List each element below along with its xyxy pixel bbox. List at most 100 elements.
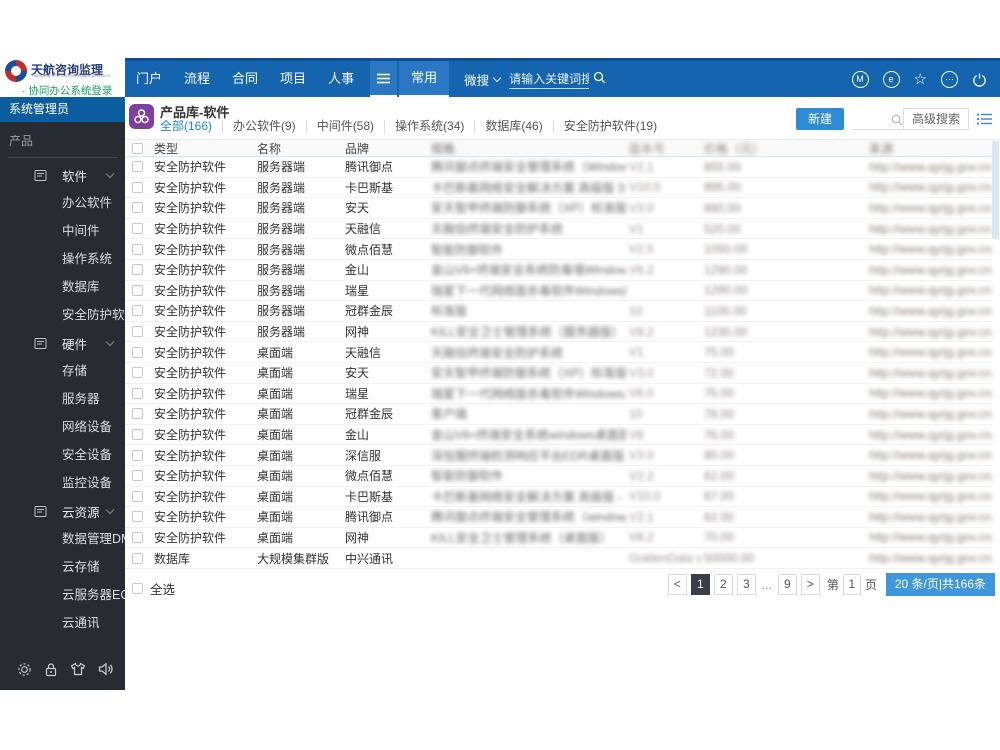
- cell-brand: 网神: [345, 530, 370, 545]
- row-checkbox[interactable]: [132, 367, 143, 379]
- row-checkbox[interactable]: [132, 264, 143, 276]
- more-icon[interactable]: ···: [941, 70, 958, 88]
- tab-中间件[interactable]: 中间件(58): [307, 120, 386, 133]
- per-page-selector[interactable]: 20 条/页|共166条: [885, 573, 995, 596]
- cell-type: 安全防护软件: [154, 242, 227, 257]
- sidebar-item-中间件[interactable]: 中间件: [0, 217, 125, 245]
- row-checkbox[interactable]: [132, 305, 143, 317]
- sidebar-item-网络设备[interactable]: 网络设备: [0, 413, 125, 441]
- nav-item-门户[interactable]: 门户: [125, 61, 173, 97]
- row-checkbox[interactable]: [132, 243, 143, 255]
- scrollbar-thumb[interactable]: [992, 141, 999, 239]
- sidebar-item-监控设备[interactable]: 监控设备: [0, 469, 125, 497]
- row-checkbox[interactable]: [132, 531, 143, 543]
- sidebar-item-云服务器ECS[interactable]: 云服务器ECS: [0, 581, 138, 609]
- sidebar-item-云通讯[interactable]: 云通讯: [0, 609, 125, 637]
- sidebar-item-安全设备[interactable]: 安全设备: [0, 441, 125, 469]
- cell-version: V1: [629, 221, 644, 236]
- page-button-9[interactable]: 9: [777, 574, 797, 595]
- sidebar-item-数据库[interactable]: 数据库: [0, 273, 125, 301]
- nav-menu-button[interactable]: [370, 61, 398, 97]
- sidebar-item-存储[interactable]: 存储: [0, 357, 125, 385]
- row-checkbox[interactable]: [132, 470, 143, 482]
- row-checkbox[interactable]: [132, 346, 143, 358]
- row-checkbox[interactable]: [132, 552, 143, 564]
- favorite-star-icon[interactable]: ☆: [914, 72, 927, 87]
- cell-source: http://www.qyrjg.gov.cn/jrjg/: [869, 283, 992, 298]
- row-checkbox[interactable]: [132, 429, 143, 441]
- sidebar-group-软件[interactable]: 软件: [0, 161, 125, 189]
- row-checkbox[interactable]: [132, 490, 143, 502]
- sidebar-item-云存储[interactable]: 云存储: [0, 553, 125, 581]
- cell-type: 安全防护软件: [154, 180, 227, 195]
- page-button-3[interactable]: 3: [736, 574, 756, 595]
- page-button-1[interactable]: 1: [690, 574, 710, 595]
- sidebar-group-云资源[interactable]: 云资源: [0, 497, 125, 525]
- select-all-checkbox[interactable]: [132, 583, 143, 594]
- new-button[interactable]: 新建: [795, 108, 844, 130]
- nav-item-合同[interactable]: 合同: [221, 61, 269, 97]
- cell-version: V10.0: [629, 180, 661, 195]
- nav-item-项目[interactable]: 项目: [269, 61, 317, 97]
- row-checkbox[interactable]: [132, 161, 143, 173]
- cell-price: 75.00: [704, 345, 735, 360]
- sidebar-item-办公软件[interactable]: 办公软件: [0, 189, 125, 217]
- message-icon[interactable]: e: [882, 70, 900, 88]
- nav-item-人事[interactable]: 人事: [317, 61, 365, 97]
- row-checkbox[interactable]: [132, 223, 143, 235]
- power-icon[interactable]: [972, 72, 987, 87]
- header-checkbox[interactable]: [132, 142, 143, 154]
- oa-login-link[interactable]: · 协同办公系统登录: [22, 83, 112, 98]
- cell-name: 桌面端: [257, 345, 294, 360]
- tab-安全防护软件[interactable]: 安全防护软件(19): [554, 120, 667, 133]
- row-checkbox[interactable]: [132, 511, 143, 523]
- row-checkbox[interactable]: [132, 181, 143, 193]
- jump-page-box[interactable]: 1: [842, 574, 861, 595]
- cell-price: 76.00: [704, 427, 735, 442]
- page-button->[interactable]: >: [800, 574, 820, 595]
- lock-icon[interactable]: [44, 662, 58, 677]
- page-button-<[interactable]: <: [667, 574, 687, 595]
- row-checkbox[interactable]: [132, 387, 143, 399]
- cell-type: 安全防护软件: [154, 160, 227, 175]
- search-input[interactable]: [509, 69, 590, 89]
- tab-操作系统[interactable]: 操作系统(34): [385, 120, 476, 133]
- category-tabs: 全部(166) 办公软件(9) 中间件(58) 操作系统(34) 数据库(46) 安全防护…: [160, 120, 667, 133]
- row-checkbox[interactable]: [132, 408, 143, 420]
- search-scope-dropdown[interactable]: 微搜: [464, 70, 502, 89]
- main-content: 产品库-软件 全部(166) 办公软件(9) 中间件(58) 操作系统(34) 数据库(…: [125, 97, 1000, 690]
- table-row: 安全防护软件 服务器端 安天 安天智甲终端防御系统（XP）标准版 V3.0 880.00 h…: [125, 198, 992, 219]
- search-icon[interactable]: [593, 71, 606, 87]
- sidebar-item-数据管理DMS[interactable]: 数据管理DMS: [0, 525, 140, 553]
- cell-type: 安全防护软件: [154, 510, 227, 525]
- table-row: 安全防护软件 服务器端 金山 金山V8+终端安全系统防毒墙Windows服务器版V6.…: [125, 260, 992, 281]
- table-row: 安全防护软件 桌面端 瑞星 瑞星下一代网络版杀毒软件Windows桌面版V6.0 75.…: [125, 384, 992, 405]
- row-checkbox[interactable]: [132, 449, 143, 461]
- row-checkbox[interactable]: [132, 326, 143, 338]
- gear-icon[interactable]: [17, 662, 32, 677]
- table-search-input[interactable]: [852, 109, 903, 130]
- sidebar-item-操作系统[interactable]: 操作系统: [0, 245, 125, 273]
- m-badge-icon[interactable]: M: [851, 70, 869, 88]
- advanced-search-button[interactable]: 高级搜索: [902, 108, 969, 130]
- tab-办公软件[interactable]: 办公软件(9): [223, 120, 307, 133]
- sidebar-item-服务器[interactable]: 服务器: [0, 385, 125, 413]
- tab-数据库[interactable]: 数据库(46): [475, 120, 554, 133]
- list-view-icon[interactable]: [977, 113, 992, 125]
- tab-全部[interactable]: 全部(166): [160, 120, 224, 133]
- sidebar-group-硬件[interactable]: 硬件: [0, 329, 125, 357]
- cell-brand: 金山: [345, 428, 370, 443]
- cell-name: 桌面端: [257, 489, 294, 504]
- row-checkbox[interactable]: [132, 284, 143, 296]
- row-checkbox[interactable]: [132, 202, 143, 214]
- table-row: 安全防护软件 桌面端 深信服 深信服终端检测响应平台EDR桌面版 V3.0 80.00 ht…: [125, 445, 992, 466]
- nav-item-流程[interactable]: 流程: [173, 61, 221, 97]
- sidebar-item-安全防护软件[interactable]: 安全防护软件: [0, 301, 137, 329]
- page-button-2[interactable]: 2: [713, 574, 733, 595]
- volume-icon[interactable]: [98, 662, 115, 676]
- theme-shirt-icon[interactable]: [70, 662, 86, 676]
- table-row: 安全防护软件 服务器端 冠群金辰 标准版 10 1105.00 http://www.qyr…: [125, 301, 992, 322]
- cell-price: 75.00: [704, 386, 735, 401]
- tab-changyong[interactable]: 常用: [399, 61, 450, 97]
- vertical-scrollbar[interactable]: [992, 141, 999, 571]
